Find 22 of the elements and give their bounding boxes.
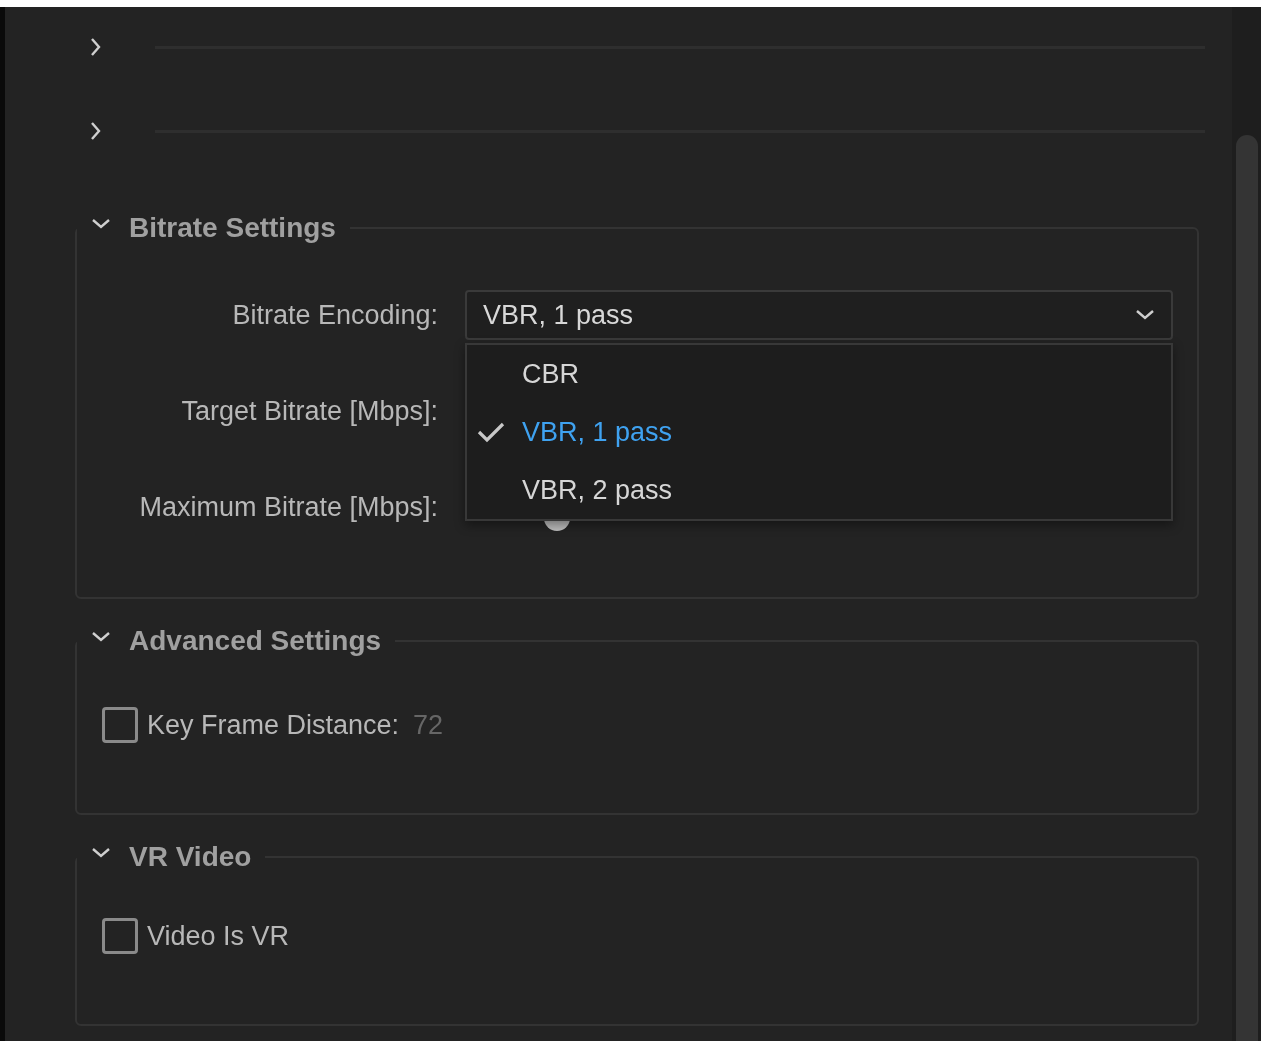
chevron-right-icon[interactable] (90, 121, 102, 141)
checkmark-icon (477, 421, 505, 443)
chevron-right-icon[interactable] (90, 37, 102, 57)
chevron-down-icon[interactable] (1135, 309, 1155, 321)
field-label: Maximum Bitrate [Mbps]: (138, 491, 438, 523)
menu-item[interactable]: VBR, 1 pass (467, 403, 1171, 461)
chevron-down-icon[interactable] (91, 847, 111, 859)
chevron-down-icon[interactable] (91, 218, 111, 230)
checkbox[interactable] (102, 918, 138, 954)
menu-item[interactable]: VBR, 2 pass (467, 461, 1171, 519)
section-title: Advanced Settings (129, 625, 382, 657)
section-title: Bitrate Settings (129, 212, 336, 244)
chevron-down-icon[interactable] (91, 631, 111, 643)
field-label: Bitrate Encoding: (231, 299, 438, 331)
field-label: Target Bitrate [Mbps]: (180, 395, 438, 427)
menu-item[interactable]: CBR (467, 345, 1171, 403)
scrollbar[interactable] (1232, 7, 1261, 1041)
section-title: VR Video (129, 841, 252, 873)
checkbox-label: Video Is VR (147, 920, 290, 952)
checkbox-label: Key Frame Distance: (147, 709, 400, 741)
dropdown[interactable]: VBR, 1 pass (465, 290, 1173, 340)
checkbox[interactable] (102, 707, 138, 743)
